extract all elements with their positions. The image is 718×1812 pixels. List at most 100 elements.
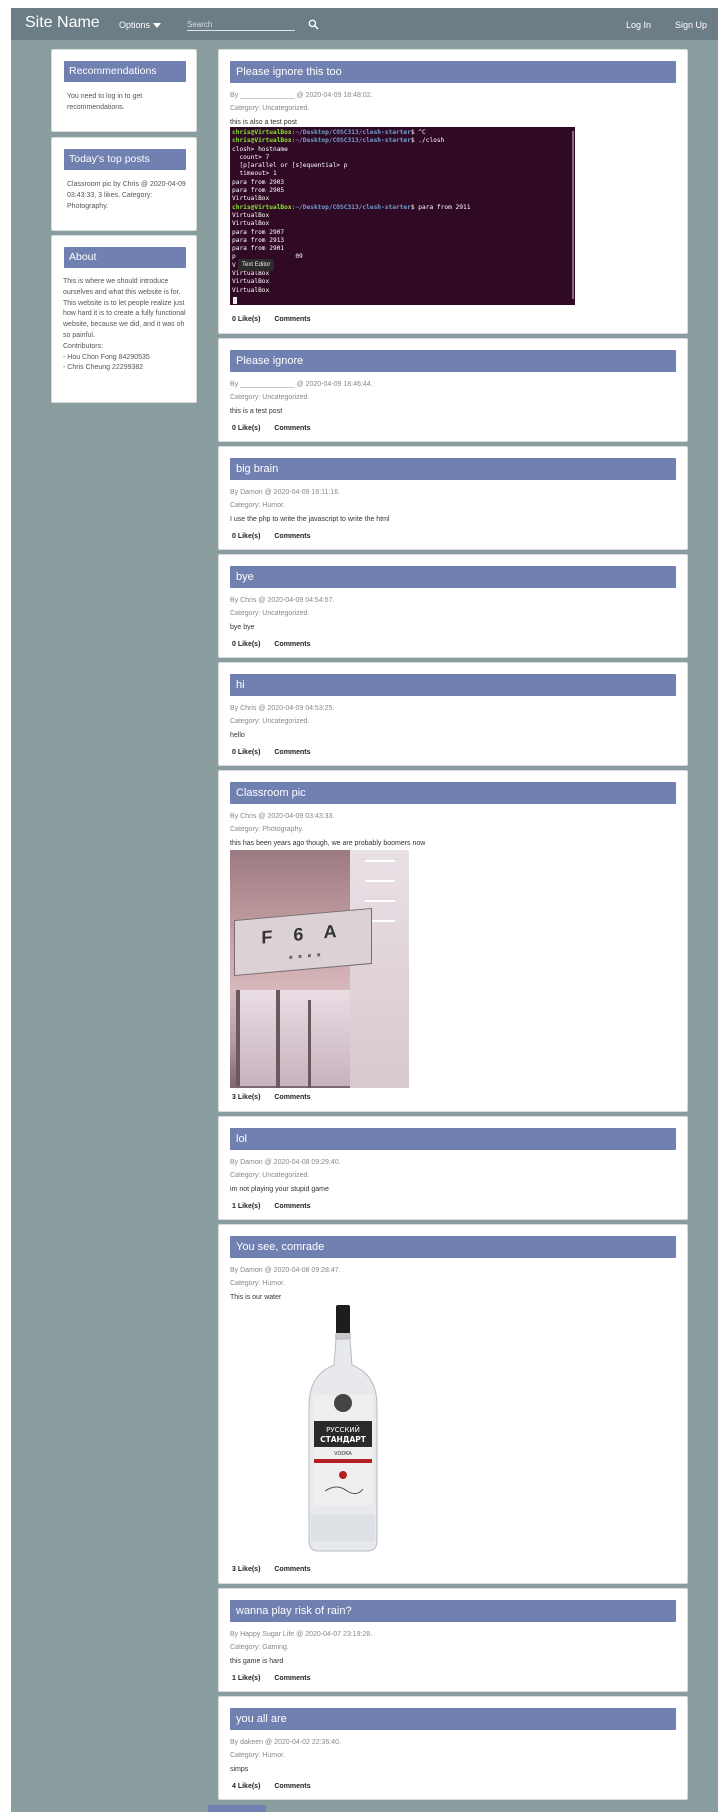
- post-title[interactable]: wanna play risk of rain?: [230, 1600, 676, 1622]
- post-card: Please ignore By ______________ @ 2020-0…: [218, 338, 688, 442]
- post-category: Category: Photography.: [230, 826, 304, 833]
- search-icon[interactable]: [308, 19, 319, 30]
- login-link[interactable]: Log In: [626, 20, 651, 30]
- photo-ceiling: [350, 850, 409, 1088]
- post-category: Category: Humor.: [230, 502, 285, 509]
- comments-button[interactable]: Comments: [274, 316, 310, 323]
- post-body: This is our water: [230, 1294, 282, 1301]
- post-category: Category: Uncategorized.: [230, 105, 310, 112]
- post-category: Category: Uncategorized.: [230, 394, 310, 401]
- terminal-cursor: [233, 297, 237, 304]
- post-actions: 0 Like(s) Comments: [232, 425, 323, 432]
- vodka-bottle-image: РУССКИЙ СТАНДАРТ VODKA: [308, 1305, 378, 1552]
- post-title[interactable]: Please ignore: [230, 350, 676, 372]
- post-category: Category: Uncategorized.: [230, 610, 310, 617]
- post-card: wanna play risk of rain? By Happy Sugar …: [218, 1588, 688, 1692]
- post-actions: 4 Like(s) Comments: [232, 1783, 323, 1790]
- post-meta: By Damon @ 2020-04-08 09:28:47.: [230, 1267, 341, 1274]
- comments-button[interactable]: Comments: [274, 1675, 310, 1682]
- comments-button[interactable]: Comments: [274, 1094, 310, 1101]
- room-sign-text: F 6 A: [261, 920, 345, 948]
- comments-button[interactable]: Comments: [274, 425, 310, 432]
- post-card: big brain By Damon @ 2020-04-09 16:11:16…: [218, 446, 688, 550]
- comments-button[interactable]: Comments: [274, 749, 310, 756]
- contributors-label: Contributors:: [63, 342, 104, 350]
- like-button[interactable]: 3 Like(s): [232, 1566, 260, 1573]
- post-meta: By Chris @ 2020-04-09 04:54:57.: [230, 597, 335, 604]
- bottle-label-text: РУССКИЙ: [326, 1425, 360, 1434]
- like-button[interactable]: 0 Like(s): [232, 425, 260, 432]
- contributor-item: - Hou Chon Fong 84290535: [63, 353, 150, 361]
- search-input[interactable]: [187, 18, 295, 31]
- comments-button[interactable]: Comments: [274, 1566, 310, 1573]
- post-meta: By ______________ @ 2020-04-09 18:46:44.: [230, 381, 373, 388]
- post-body: im not playing your stupid game: [230, 1186, 329, 1193]
- post-title[interactable]: Classroom pic: [230, 782, 676, 804]
- post-body: this has been years ago though, we are p…: [230, 840, 426, 847]
- post-body: simps: [230, 1766, 249, 1773]
- like-button[interactable]: 1 Like(s): [232, 1675, 260, 1682]
- post-card: hi By Chris @ 2020-04-09 04:53:25. Categ…: [218, 662, 688, 766]
- comments-button[interactable]: Comments: [274, 1783, 310, 1790]
- top-post-item[interactable]: Classroom pic by Chris @ 2020-04-09 03:4…: [67, 180, 187, 212]
- like-button[interactable]: 0 Like(s): [232, 316, 260, 323]
- signup-link[interactable]: Sign Up: [675, 20, 707, 30]
- post-title[interactable]: bye: [230, 566, 676, 588]
- post-title[interactable]: you all are: [230, 1708, 676, 1730]
- post-actions: 1 Like(s) Comments: [232, 1675, 323, 1682]
- post-meta: By Chris @ 2020-04-09 03:43:33.: [230, 813, 335, 820]
- options-label: Options: [119, 20, 151, 30]
- post-actions: 0 Like(s) Comments: [232, 316, 323, 323]
- post-body: this game is hard: [230, 1658, 284, 1665]
- recommendations-card: Recommendations You need to log in to ge…: [51, 49, 197, 132]
- post-card: Classroom pic By Chris @ 2020-04-09 03:4…: [218, 770, 688, 1112]
- comments-button[interactable]: Comments: [274, 1203, 310, 1210]
- post-meta: By Happy Sugar Life @ 2020-04-07 23:19:2…: [230, 1631, 373, 1638]
- post-body: this is a test post: [230, 408, 283, 415]
- top-posts-heading: Today's top posts: [64, 149, 186, 170]
- post-title[interactable]: Please ignore this too: [230, 61, 676, 83]
- post-category: Category: Uncategorized.: [230, 718, 310, 725]
- caret-down-icon: [153, 23, 162, 29]
- post-title[interactable]: You see, comrade: [230, 1236, 676, 1258]
- post-card: lol By Damon @ 2020-04-08 09:29:40. Cate…: [218, 1116, 688, 1220]
- post-actions: 0 Like(s) Comments: [232, 641, 323, 648]
- post-title[interactable]: lol: [230, 1128, 676, 1150]
- post-body: this is also a test post: [230, 119, 297, 126]
- like-button[interactable]: 0 Like(s): [232, 749, 260, 756]
- post-actions: 0 Like(s) Comments: [232, 533, 323, 540]
- like-button[interactable]: 3 Like(s): [232, 1094, 260, 1101]
- post-card: bye By Chris @ 2020-04-09 04:54:57. Cate…: [218, 554, 688, 658]
- post-title[interactable]: hi: [230, 674, 676, 696]
- comments-button[interactable]: Comments: [274, 533, 310, 540]
- terminal-tooltip: Text Editor: [238, 259, 275, 272]
- like-button[interactable]: 0 Like(s): [232, 641, 260, 648]
- post-meta: By Damon @ 2020-04-08 09:29:40.: [230, 1159, 341, 1166]
- photo-lights: [365, 860, 395, 862]
- contributor-item: - Chris Cheung 22299382: [63, 364, 144, 372]
- terminal-screenshot: chris@VirtualBox:~/Desktop/COSC313/clesh…: [230, 127, 575, 305]
- post-card: You see, comrade By Damon @ 2020-04-08 0…: [218, 1224, 688, 1584]
- like-button[interactable]: 4 Like(s): [232, 1783, 260, 1790]
- top-posts-card: Today's top posts Classroom pic by Chris…: [51, 137, 197, 231]
- comments-button[interactable]: Comments: [274, 641, 310, 648]
- post-actions: 3 Like(s) Comments: [232, 1094, 323, 1101]
- room-sign-dots: ■ ■ ■ ■: [289, 952, 323, 962]
- about-intro: This is where we should introduce oursel…: [63, 278, 181, 296]
- pagination-button[interactable]: [208, 1805, 266, 1812]
- terminal-scrollbar: [572, 131, 574, 299]
- site-brand[interactable]: Site Name: [25, 14, 100, 32]
- like-button[interactable]: 1 Like(s): [232, 1203, 260, 1210]
- post-meta: By ______________ @ 2020-04-09 18:48:02.: [230, 92, 373, 99]
- post-meta: By Damon @ 2020-04-09 16:11:16.: [230, 489, 341, 496]
- options-dropdown[interactable]: Options: [119, 20, 162, 30]
- page-background: Site Name Options Log In Sign Up Recomme…: [11, 8, 718, 1812]
- post-title[interactable]: big brain: [230, 458, 676, 480]
- navbar: Site Name Options Log In Sign Up: [11, 8, 718, 40]
- about-text: This is where we should introduce oursel…: [63, 277, 189, 374]
- post-meta: By Chris @ 2020-04-09 04:53:25.: [230, 705, 335, 712]
- like-button[interactable]: 0 Like(s): [232, 533, 260, 540]
- post-card: you all are By dakeen @ 2020-04-02 22:36…: [218, 1696, 688, 1800]
- post-body: I use the php to write the javascript to…: [230, 516, 390, 523]
- classroom-photo: F 6 A ■ ■ ■ ■: [230, 850, 409, 1088]
